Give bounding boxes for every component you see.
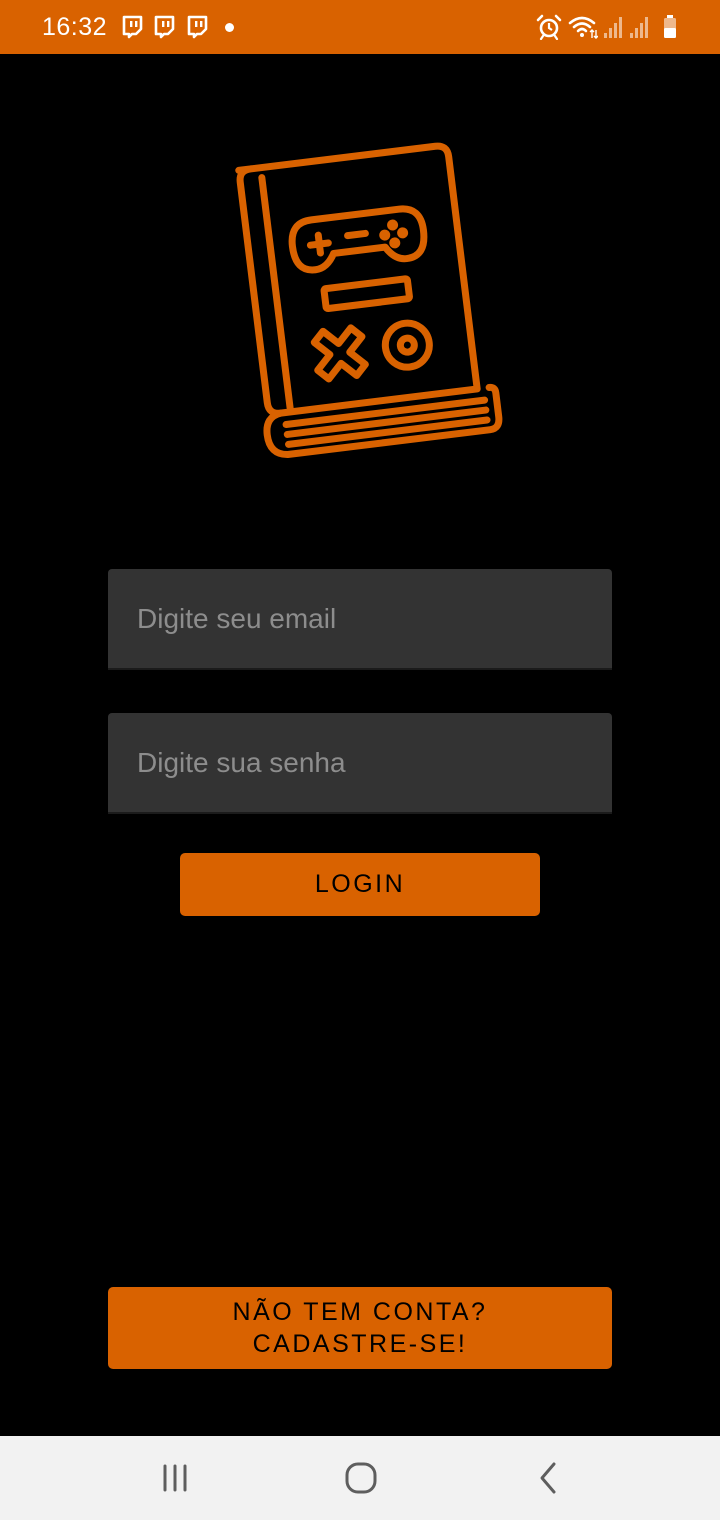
more-notifications-dot — [225, 23, 234, 32]
email-field[interactable] — [108, 569, 612, 670]
twitch-icon — [122, 15, 143, 39]
status-time: 16:32 — [42, 13, 108, 41]
signal-icon — [604, 17, 622, 38]
recent-apps-button[interactable] — [151, 1454, 199, 1502]
battery-icon — [664, 15, 676, 38]
login-screen: 16:32 Digite seu email LOGIN NÃO TEM CON… — [0, 0, 720, 1520]
recent-apps-icon — [163, 1464, 187, 1492]
wifi-icon — [568, 16, 598, 39]
signup-button-line1: NÃO TEM CONTA? — [232, 1298, 488, 1326]
home-button[interactable] — [337, 1454, 385, 1502]
back-button[interactable] — [525, 1454, 573, 1502]
status-bar: 16:32 — [0, 0, 720, 54]
alarm-icon — [536, 14, 562, 40]
signal-icon — [630, 17, 648, 38]
signup-button[interactable]: NÃO TEM CONTA? CADASTRE-SE! — [108, 1287, 612, 1369]
signup-button-line2: CADASTRE-SE! — [252, 1330, 468, 1358]
home-icon — [345, 1462, 377, 1494]
back-icon — [540, 1462, 556, 1494]
game-book-logo-icon — [235, 142, 503, 459]
navigation-bar — [0, 1436, 720, 1520]
twitch-icon — [154, 15, 175, 39]
login-button[interactable]: LOGIN — [180, 853, 540, 916]
password-field[interactable] — [108, 713, 612, 814]
twitch-icon — [187, 15, 208, 39]
